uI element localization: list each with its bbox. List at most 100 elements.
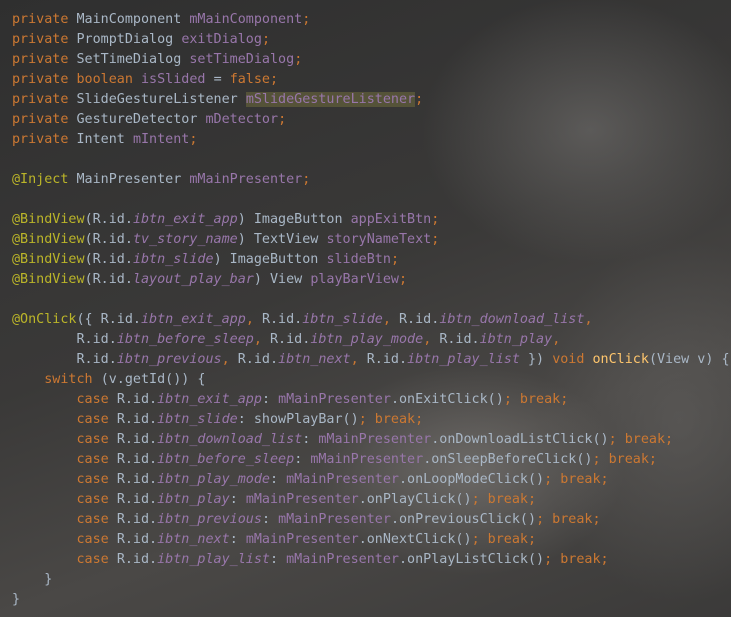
code-token: ; break; — [471, 492, 537, 507]
code-token: MainComponent — [76, 12, 190, 27]
code-line[interactable] — [12, 190, 731, 210]
code-token: private — [12, 92, 77, 107]
code-line[interactable]: } — [12, 590, 731, 610]
code-token: ibtn_before_sleep — [116, 332, 254, 347]
code-token: SlideGestureListener — [76, 92, 246, 107]
code-token: ; break; — [536, 512, 601, 527]
code-token: , — [423, 332, 440, 347]
code-token: @BindView — [12, 212, 85, 227]
code-token: switch — [12, 372, 101, 387]
code-token: .onDownloadListClick() — [431, 432, 609, 447]
code-token: } — [12, 592, 21, 607]
code-line[interactable]: switch (v.getId()) { — [12, 370, 731, 390]
code-token: ibtn_next — [157, 532, 230, 547]
code-line[interactable]: case R.id.ibtn_exit_app: mMainPresenter.… — [12, 390, 731, 410]
code-editor[interactable]: private MainComponent mMainComponent; pri… — [0, 0, 731, 617]
code-token: case — [12, 392, 117, 407]
code-token: ) View — [253, 272, 311, 287]
code-token: R.id. — [116, 552, 158, 567]
code-token: mIntent — [132, 132, 190, 147]
code-token: ; — [431, 232, 440, 247]
code-token: void — [552, 352, 593, 367]
code-token: .onExitClick() — [390, 392, 504, 407]
code-line[interactable]: @Inject MainPresenter mMainPresenter; — [12, 170, 731, 190]
code-token: layout_play_bar — [132, 272, 254, 287]
code-line[interactable]: @OnClick({ R.id.ibtn_exit_app, R.id.ibtn… — [12, 310, 731, 330]
code-token: : — [270, 472, 287, 487]
code-line[interactable]: R.id.ibtn_before_sleep, R.id.ibtn_play_m… — [12, 330, 731, 350]
code-token: private boolean — [12, 72, 141, 87]
code-token: mMainPresenter — [286, 472, 399, 487]
code-token: ; break; — [503, 392, 569, 407]
code-token: case — [12, 452, 117, 467]
code-token: R.id. — [116, 512, 158, 527]
code-line[interactable]: case R.id.ibtn_play: mMainPresenter.onPl… — [12, 490, 731, 510]
code-token: (v.getId()) { — [100, 372, 206, 387]
code-token: private — [12, 52, 77, 67]
code-token: R.id. — [116, 472, 158, 487]
code-line[interactable]: } — [12, 570, 731, 590]
code-line[interactable] — [12, 150, 731, 170]
code-token: ibtn_next — [278, 352, 351, 367]
code-line[interactable]: private GestureDetector mDetector; — [12, 110, 731, 130]
code-token: ({ R.id. — [76, 312, 142, 327]
code-token: ) ImageButton — [213, 252, 327, 267]
code-token: ibtn_play_list — [157, 552, 270, 567]
code-token: ibtn_download_list — [157, 432, 303, 447]
code-token: ; break; — [358, 412, 424, 427]
code-token: private — [12, 12, 77, 27]
code-line[interactable]: private SetTimeDialog setTimeDialog; — [12, 50, 731, 70]
code-token: (R.id. — [84, 232, 133, 247]
code-line[interactable]: case R.id.ibtn_slide: showPlayBar(); bre… — [12, 410, 731, 430]
code-token: ; — [431, 212, 440, 227]
code-token: ibtn_before_sleep — [157, 452, 295, 467]
code-token: .onPreviousClick() — [390, 512, 537, 527]
code-token: : — [261, 512, 279, 527]
code-line[interactable]: private boolean isSlided = false; — [12, 70, 731, 90]
code-line[interactable]: private MainComponent mMainComponent; — [12, 10, 731, 30]
code-token: ; — [399, 272, 408, 287]
code-token: R.id. — [116, 392, 158, 407]
code-token: ; break; — [544, 472, 609, 487]
code-token: R.id. — [366, 352, 408, 367]
code-token: storyNameText — [326, 232, 432, 247]
code-token: ; break; — [471, 532, 537, 547]
code-token: ) TextView — [237, 232, 327, 247]
code-line[interactable] — [12, 290, 731, 310]
code-line[interactable]: case R.id.ibtn_before_sleep: mMainPresen… — [12, 450, 731, 470]
code-line[interactable]: R.id.ibtn_previous, R.id.ibtn_next, R.id… — [12, 350, 731, 370]
code-token: R.id. — [439, 332, 480, 347]
code-line[interactable]: @BindView(R.id.layout_play_bar) View pla… — [12, 270, 731, 290]
code-token: case — [12, 412, 117, 427]
code-token: appExitBtn — [350, 212, 432, 227]
code-token: MainPresenter — [76, 172, 190, 187]
code-token: mMainPresenter — [245, 492, 359, 507]
code-token: Intent — [76, 132, 133, 147]
code-token: ; — [390, 252, 399, 267]
code-token: R.id. — [399, 312, 440, 327]
code-line[interactable]: private PromptDialog exitDialog; — [12, 30, 731, 50]
code-line[interactable]: @BindView(R.id.ibtn_slide) ImageButton s… — [12, 250, 731, 270]
code-token: mMainComponent — [189, 12, 303, 27]
code-token: mMainPresenter — [189, 172, 303, 187]
code-token: case — [12, 472, 117, 487]
code-line[interactable]: case R.id.ibtn_play_list: mMainPresenter… — [12, 550, 731, 570]
code-token: PromptDialog — [76, 32, 182, 47]
code-line[interactable]: private Intent mIntent; — [12, 130, 731, 150]
code-token: ibtn_exit_app — [132, 212, 238, 227]
code-line[interactable]: case R.id.ibtn_previous: mMainPresenter.… — [12, 510, 731, 530]
code-line[interactable]: @BindView(R.id.ibtn_exit_app) ImageButto… — [12, 210, 731, 230]
code-line[interactable]: case R.id.ibtn_next: mMainPresenter.onNe… — [12, 530, 731, 550]
code-token: R.id. — [116, 532, 158, 547]
highlighted-token: mSlideGestureListener — [245, 92, 416, 107]
code-token: ; — [302, 12, 311, 27]
code-token: ibtn_previous — [116, 352, 222, 367]
code-token: @BindView — [12, 272, 85, 287]
code-line[interactable]: private SlideGestureListener mSlideGestu… — [12, 90, 731, 110]
code-line[interactable]: case R.id.ibtn_download_list: mMainPrese… — [12, 430, 731, 450]
code-area[interactable]: private MainComponent mMainComponent; pri… — [12, 10, 731, 610]
code-token: : — [261, 392, 279, 407]
code-line[interactable]: @BindView(R.id.tv_story_name) TextView s… — [12, 230, 731, 250]
code-line[interactable]: case R.id.ibtn_play_mode: mMainPresenter… — [12, 470, 731, 490]
code-token: , — [221, 352, 238, 367]
